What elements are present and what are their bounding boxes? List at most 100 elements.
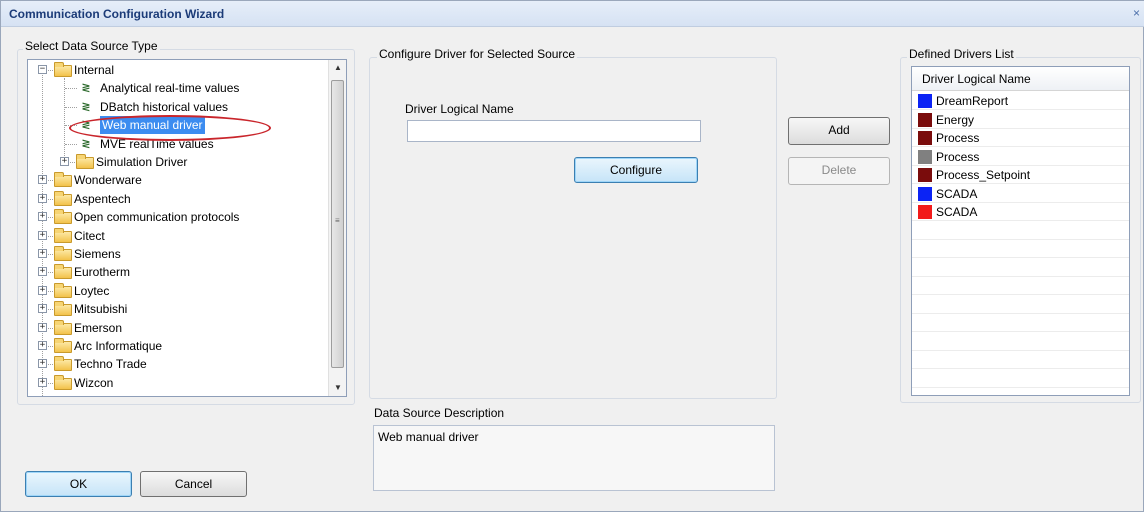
driver-row[interactable]: SCADA [912,203,1129,221]
folder-icon [76,154,94,169]
expand-icon[interactable]: + [38,212,47,222]
ok-button[interactable]: OK [25,471,132,497]
driver-row[interactable]: Process_Setpoint [912,166,1129,184]
driver-row[interactable]: Process [912,148,1129,166]
tree-item-label: Citect [74,228,105,243]
tree-scrollbar[interactable]: ▲ ≡ ▼ [328,60,346,396]
expand-icon[interactable]: + [38,193,47,203]
expand-icon[interactable]: + [38,175,47,185]
tree-item[interactable]: ≷ Analytical real-time values [28,79,328,97]
folder-icon [54,301,72,317]
expand-icon[interactable]: + [38,285,47,295]
folder-icon [54,190,72,206]
empty-list-row [912,351,1129,369]
driver-row[interactable]: Process [912,129,1129,147]
tree-item[interactable]: ≷ DBatch historical values [28,98,328,116]
driver-name: Energy [936,112,975,127]
empty-list-row [912,222,1129,240]
expand-icon[interactable]: + [38,267,47,277]
driver-name: SCADA [936,205,978,219]
driver-icon: ≷ [81,82,91,95]
configure-driver-label: Configure Driver for Selected Source [377,47,578,61]
folder-icon [54,227,72,243]
column-header-driver-name[interactable]: Driver Logical Name [912,67,1129,91]
tree-item[interactable]: + Citect [28,227,328,245]
tree-item-label: Techno Trade [74,357,147,372]
driver-name: SCADA [936,186,978,201]
tree-item[interactable]: − Internal [28,61,328,79]
scroll-down-icon[interactable]: ▼ [329,380,347,396]
tree-item[interactable]: + Wonderware [28,171,328,189]
defined-drivers-list[interactable]: Driver Logical Name DreamReport Energy Pro… [911,66,1130,396]
folder-icon [54,356,72,372]
delete-button[interactable]: Delete [788,157,890,185]
driver-icon: ≷ [81,100,91,113]
close-icon[interactable]: × [1133,6,1143,20]
tree-item[interactable]: + Emerson [28,319,328,337]
scroll-thumb[interactable]: ≡ [331,80,344,368]
folder-icon [54,62,72,77]
driver-name-input[interactable] [407,120,701,142]
tree-item-label: Emerson [74,320,123,335]
expand-icon[interactable]: + [38,322,47,332]
empty-list-row [912,370,1129,388]
tree-item[interactable]: + Open communication protocols [28,208,328,226]
driver-row[interactable]: Energy [912,111,1129,129]
tree-item-label: DBatch historical values [100,99,229,114]
cancel-button[interactable]: Cancel [140,471,247,497]
tree-item[interactable]: + Wizcon [28,374,328,392]
expand-icon[interactable]: + [38,304,47,314]
empty-list-row [912,240,1129,258]
grip-icon: ≡ [335,216,340,225]
tree-guide-line [65,88,77,90]
empty-list-row [912,314,1129,332]
tree-item[interactable]: + Mitsubishi [28,300,328,318]
driver-color-swatch [918,186,932,201]
driver-color-swatch [918,168,932,182]
tree-item-label: Loytec [74,283,110,298]
expand-icon[interactable]: + [38,249,47,258]
scroll-up-icon[interactable]: ▲ [329,60,347,76]
folder-icon [54,209,72,225]
driver-icon: ≷ [81,137,91,150]
tree-item[interactable]: + Arc Informatique [28,337,328,355]
tree-item-label: Analytical real-time values [100,81,240,96]
add-button[interactable]: Add [788,117,890,145]
empty-list-row [912,333,1129,351]
tree-item-label: Wonderware [74,173,142,188]
expand-icon[interactable]: + [60,157,69,166]
expand-icon[interactable]: + [38,341,47,350]
tree-guide-line [65,143,77,145]
tree-item-label: Mitsubishi [74,302,128,317]
tree-item[interactable]: + Techno Trade [28,355,328,373]
driver-row[interactable]: DreamReport [912,92,1129,110]
driver-name: Process [936,131,980,145]
configure-button[interactable]: Configure [574,157,698,183]
tree-item-label: Simulation Driver [96,155,188,169]
expand-icon[interactable]: + [38,359,47,369]
driver-color-swatch [918,205,932,219]
folder-icon [54,374,72,390]
empty-list-row [912,296,1129,314]
tree-item-label: Open communication protocols [74,210,240,225]
tree-item[interactable]: + Eurotherm [28,263,328,281]
expand-icon[interactable]: + [38,377,47,387]
driver-name: Process [936,149,980,164]
tree-item-label: Eurotherm [74,265,131,280]
tree-item[interactable]: + Siemens [28,245,328,263]
tree-guide-line [65,106,77,108]
tree-item-label: Internal [74,63,115,77]
tree-item[interactable]: + Aspentech [28,190,328,208]
tree-item-label: Aspentech [74,191,131,206]
collapse-icon[interactable]: − [38,65,47,74]
window-title: Communication Configuration Wizard [9,7,225,21]
description-label: Data Source Description [374,406,505,420]
tree-item[interactable]: + Simulation Driver [28,153,328,171]
driver-row[interactable]: SCADA [912,185,1129,203]
source-type-tree[interactable]: − Internal ≷ Analytical real-time values ≷ DB… [27,59,347,397]
driver-name-label: Driver Logical Name [405,102,514,116]
tree-item[interactable]: + Loytec [28,282,328,300]
folder-icon [54,246,72,261]
driver-name: DreamReport [936,94,1009,108]
expand-icon[interactable]: + [38,230,47,240]
